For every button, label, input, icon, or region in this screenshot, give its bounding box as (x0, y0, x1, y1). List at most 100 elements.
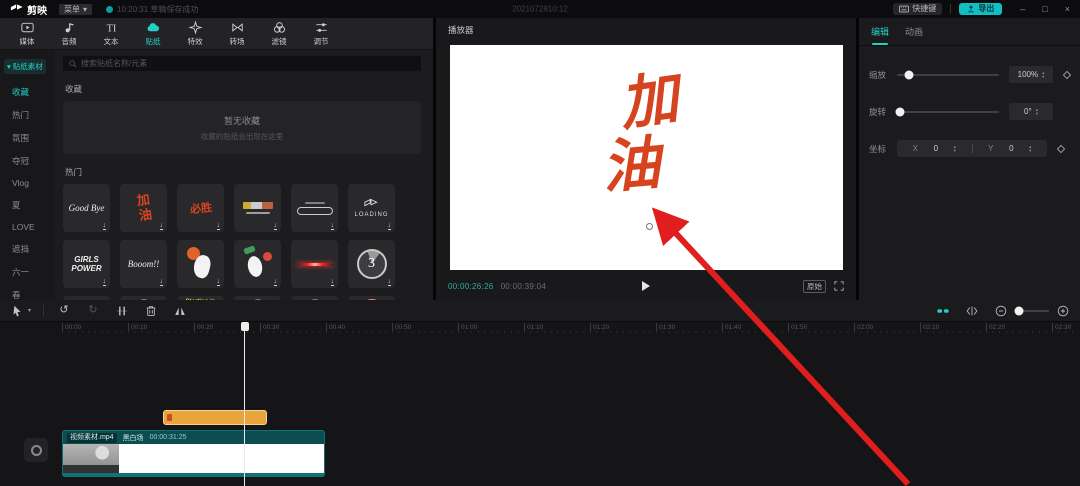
sidebar-item-june-first[interactable]: 六一 (0, 260, 55, 283)
minimize-button[interactable]: – (1020, 4, 1025, 14)
play-button[interactable] (642, 281, 650, 291)
sidebar-header-sticker-material[interactable]: ▾ 贴纸素材 (4, 59, 46, 74)
search-bar[interactable] (63, 56, 421, 71)
sticker-tile[interactable]: LOADING↓ (348, 184, 395, 232)
sticker-tile[interactable]: 3↓ (348, 240, 395, 288)
download-icon[interactable]: ↓ (331, 278, 335, 286)
download-icon[interactable]: ↓ (331, 222, 335, 230)
toolbar-item-adjust[interactable]: 调节 (300, 18, 342, 49)
total-duration: 00:00:39:04 (501, 282, 547, 291)
sticker-tile[interactable]: 加油↓ (120, 184, 167, 232)
undo-button[interactable]: ↺ (57, 304, 71, 318)
toolbar-item-media[interactable]: 媒体 (6, 18, 48, 49)
redo-button[interactable]: ↻ (86, 304, 100, 318)
shortcuts-button[interactable]: 快捷键 (893, 3, 942, 15)
sticker-track-clip[interactable] (163, 410, 267, 425)
timeline-zoom-slider[interactable] (1015, 310, 1049, 312)
search-input[interactable] (81, 59, 415, 68)
rotate-slider-handle[interactable] (896, 107, 905, 116)
toolbar-item-filter[interactable]: 滤镜 (258, 18, 300, 49)
zoom-in-icon[interactable] (1056, 304, 1070, 318)
keyframe-diamond-icon[interactable] (1057, 144, 1065, 152)
rotate-slider[interactable] (897, 111, 999, 113)
fullscreen-icon[interactable] (834, 281, 844, 291)
sticker-tile[interactable]: ↓ (234, 184, 281, 232)
sidebar-item-favorites[interactable]: 收藏 (0, 80, 55, 103)
sidebar-item-spring[interactable]: 春 (0, 283, 55, 300)
ruler-label: 00:10 (128, 323, 147, 332)
sticker-tile[interactable]: Booom!!↓ (120, 240, 167, 288)
maximize-button[interactable]: □ (1042, 4, 1047, 14)
scale-slider[interactable] (897, 74, 999, 76)
stepper-icon[interactable]: ▴▾ (1036, 108, 1038, 116)
mirror-button[interactable] (173, 304, 187, 318)
download-icon[interactable]: ↓ (274, 222, 278, 230)
preview-axis-icon[interactable] (965, 304, 979, 318)
toolbar-item-transition[interactable]: 转场 (216, 18, 258, 49)
download-icon[interactable]: ↓ (388, 222, 392, 230)
sticker-tile[interactable]: Good Bye↓ (63, 184, 110, 232)
sticker-tile[interactable]: ↓ (234, 240, 281, 288)
download-icon[interactable]: ↓ (217, 278, 221, 286)
tab-edit[interactable]: 编辑 (871, 25, 889, 45)
toolbar-item-audio[interactable]: 音频 (48, 18, 90, 49)
sticker-tile[interactable]: ↓ (291, 240, 338, 288)
search-icon (69, 60, 77, 68)
sidebar-item-ambience[interactable]: 氛围 (0, 126, 55, 149)
sidebar-item-champion[interactable]: 夺冠 (0, 149, 55, 172)
preview-canvas[interactable]: 加 油 (450, 45, 843, 270)
original-ratio-button[interactable]: 原始 (803, 280, 826, 293)
download-icon[interactable]: ↓ (103, 278, 107, 286)
timeline-zoom-handle[interactable] (1015, 306, 1024, 315)
sidebar-item-mask[interactable]: 遮挡 (0, 237, 55, 260)
stepper-icon[interactable]: ▴▾ (1042, 71, 1044, 79)
sticker-tile[interactable]: 必胜↓ (177, 184, 224, 232)
select-tool-button[interactable] (10, 304, 24, 318)
sticker-tile[interactable]: ↓ (291, 184, 338, 232)
zoom-out-icon[interactable] (994, 304, 1008, 318)
scale-value-box[interactable]: 100% ▴▾ (1009, 66, 1053, 83)
download-icon[interactable]: ↓ (274, 278, 278, 286)
sidebar-item-hot[interactable]: 热门 (0, 103, 55, 126)
download-icon[interactable]: ↓ (160, 278, 164, 286)
split-button[interactable] (115, 304, 129, 318)
sidebar-item-vlog[interactable]: Vlog (0, 172, 55, 193)
export-button[interactable]: 导出 (959, 3, 1002, 15)
toolbar-item-sticker[interactable]: 贴纸 (132, 18, 174, 49)
canvas-sticker-char-top[interactable]: 加 (616, 69, 682, 135)
download-icon[interactable]: ↓ (103, 222, 107, 230)
track-head-button[interactable] (24, 438, 48, 462)
canvas-sticker-char-bottom[interactable]: 油 (600, 135, 663, 198)
scale-label: 缩放 (869, 69, 897, 81)
stepper-icon[interactable]: ▴▾ (1029, 145, 1031, 153)
position-inputs[interactable]: X 0 ▴▾ Y 0 ▴▾ (897, 140, 1047, 157)
magnet-snap-icon[interactable] (936, 304, 950, 318)
rotate-handle[interactable] (646, 223, 653, 230)
menu-button[interactable]: 菜单 ▾ (59, 4, 92, 15)
close-button[interactable]: × (1065, 4, 1070, 14)
video-track-clip[interactable]: 视频素材.mp4 黑白场 00:00:31:25 (62, 430, 325, 477)
keyframe-diamond-icon[interactable] (1063, 70, 1071, 78)
playhead-handle[interactable] (241, 322, 249, 331)
download-icon[interactable]: ↓ (388, 278, 392, 286)
toolbar-item-effect[interactable]: 特效 (174, 18, 216, 49)
keyboard-icon (899, 5, 909, 13)
stepper-icon[interactable]: ▴▾ (954, 145, 956, 153)
sidebar-item-summer[interactable]: 夏 (0, 193, 55, 216)
download-icon[interactable]: ↓ (160, 222, 164, 230)
tab-animation[interactable]: 动画 (905, 25, 923, 45)
empty-state-title: 暂无收藏 (224, 114, 260, 127)
scale-slider-handle[interactable] (905, 70, 914, 79)
sticker-tile[interactable]: ↓ (177, 240, 224, 288)
rotate-value-box[interactable]: 0° ▴▾ (1009, 103, 1053, 120)
y-value: 0 (1009, 144, 1013, 153)
download-icon[interactable]: ↓ (217, 222, 221, 230)
sidebar-item-love[interactable]: LOVE (0, 216, 55, 237)
toolbar-item-label: 文本 (104, 36, 119, 47)
divider (972, 144, 973, 153)
delete-button[interactable] (144, 304, 158, 318)
timeline-ruler[interactable]: 00:0000:1000:2000:3000:4000:5001:0001:10… (0, 322, 1080, 334)
chevron-down-icon[interactable]: ▾ (28, 307, 31, 314)
toolbar-item-text[interactable]: TI文本 (90, 18, 132, 49)
sticker-tile[interactable]: GIRLSPOWER↓ (63, 240, 110, 288)
